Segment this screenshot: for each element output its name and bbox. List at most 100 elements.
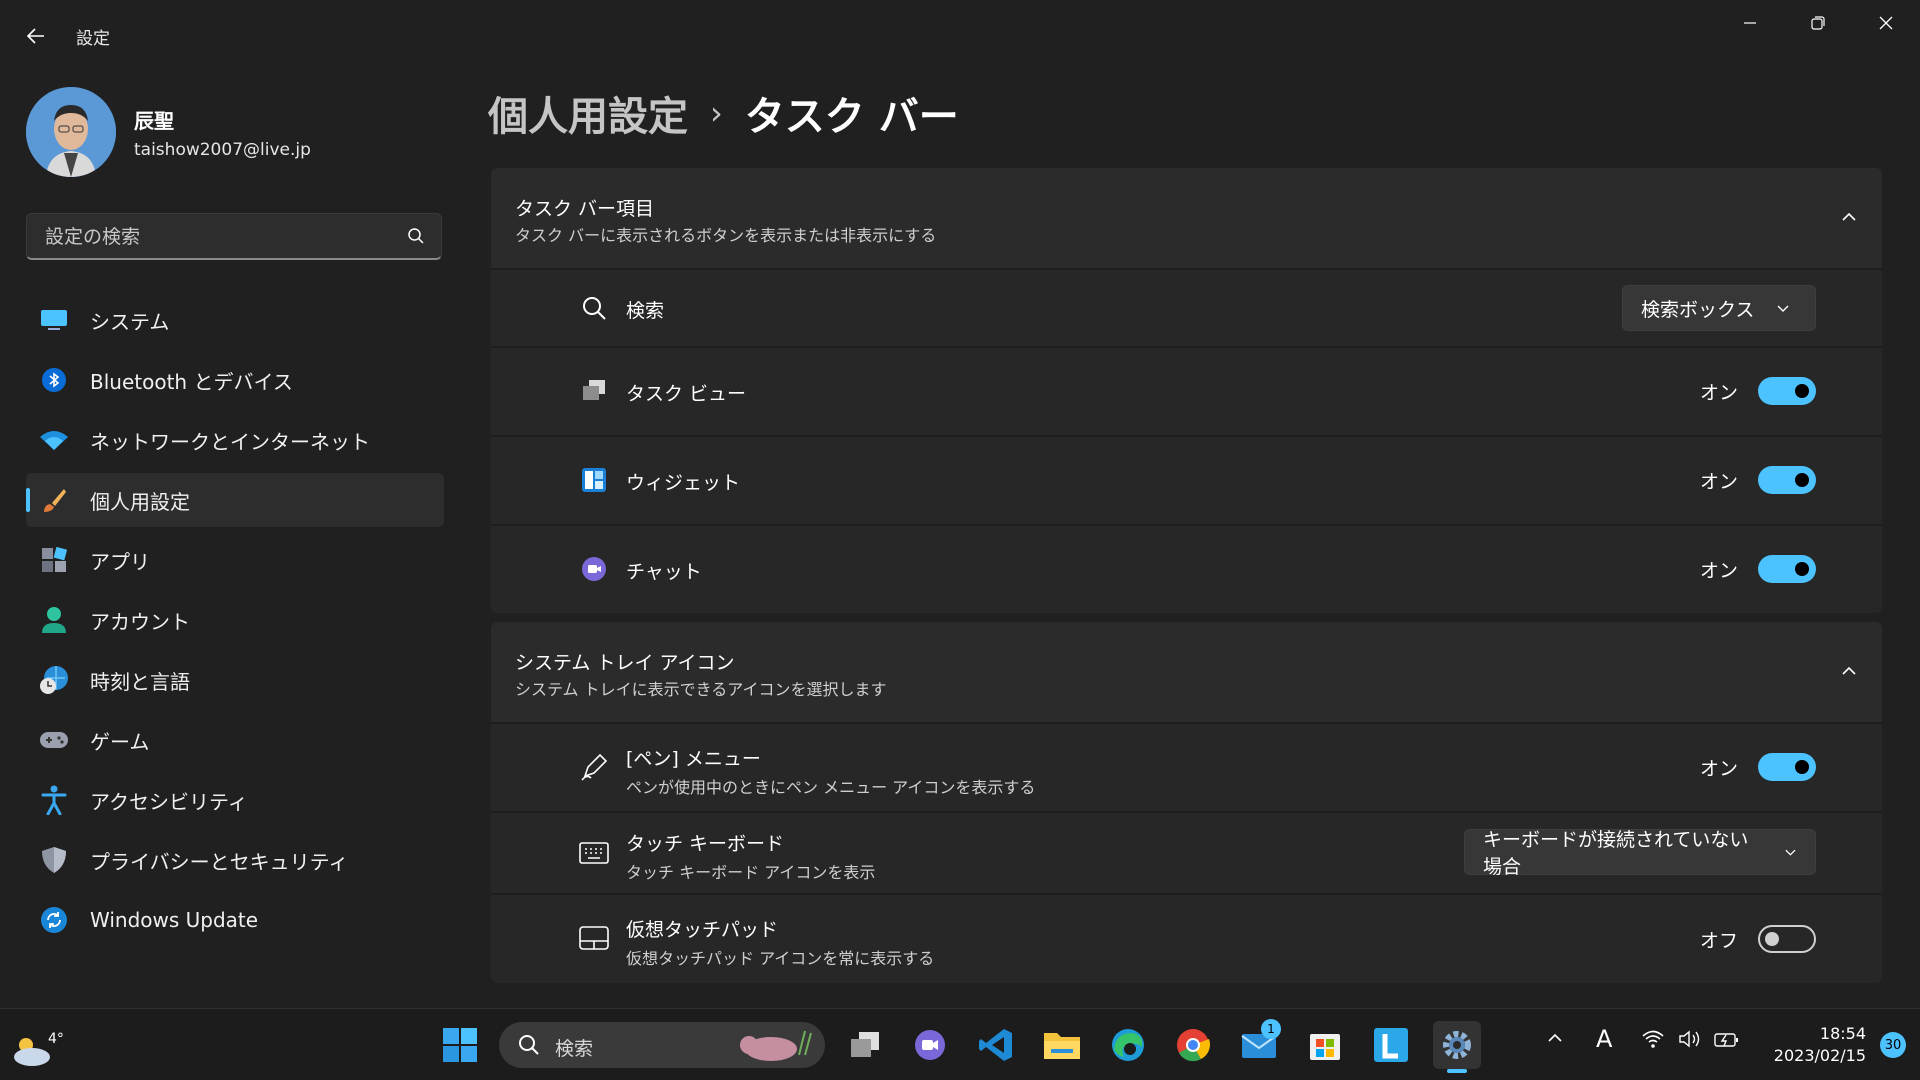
setting-row-touch-keyboard: タッチ キーボード タッチ キーボード アイコンを表示 キーボードが接続されてい… — [491, 811, 1882, 893]
taskbar-file-explorer[interactable] — [1038, 1021, 1086, 1069]
setting-description: タッチ キーボード アイコンを表示 — [626, 863, 876, 882]
sidebar-item-system[interactable]: システム — [26, 293, 444, 347]
minimize-icon — [1744, 22, 1756, 24]
taskbar-chrome[interactable] — [1169, 1021, 1217, 1069]
taskbar-settings[interactable] — [1433, 1021, 1481, 1073]
search-icon[interactable] — [407, 227, 425, 249]
pen-menu-toggle[interactable] — [1758, 753, 1816, 781]
taskbar-store[interactable] — [1301, 1021, 1349, 1069]
close-button[interactable] — [1852, 0, 1920, 46]
breadcrumb-separator: › — [710, 94, 723, 132]
system-tray-header[interactable]: システム トレイ アイコン システム トレイに表示できるアイコンを選択します — [491, 622, 1882, 722]
notification-center-badge[interactable]: 30 — [1880, 1032, 1906, 1058]
chevron-up-icon[interactable] — [1840, 208, 1858, 226]
taskbar-search-text: 検索 — [555, 1038, 594, 1060]
chevron-down-icon — [1785, 849, 1796, 856]
toggle-state-label: オン — [1699, 470, 1738, 493]
widgets-icon — [579, 465, 609, 495]
start-button[interactable] — [436, 1021, 484, 1069]
volume-icon[interactable] — [1678, 1029, 1702, 1053]
setting-label: 仮想タッチパッド — [626, 919, 779, 941]
touch-keyboard-dropdown[interactable]: キーボードが接続されていない場合 — [1464, 829, 1816, 878]
store-icon — [1310, 1034, 1340, 1060]
sidebar-item-privacy-security[interactable]: プライバシーとセキュリティ — [26, 833, 444, 887]
taskbar-l-app[interactable] — [1367, 1021, 1415, 1069]
shield-icon — [38, 844, 70, 876]
taskbar-vscode[interactable] — [972, 1021, 1020, 1069]
letter-l-app-icon — [1374, 1028, 1408, 1062]
chevron-down-icon — [1777, 305, 1789, 312]
globe-clock-icon — [38, 664, 70, 696]
update-icon — [38, 904, 70, 936]
toggle-state-label: オフ — [1699, 929, 1738, 952]
taskbar-chat[interactable] — [906, 1021, 954, 1069]
clock-time: 18:54 — [1819, 1024, 1866, 1043]
search-icon — [519, 1035, 539, 1055]
chat-icon — [915, 1030, 945, 1060]
sidebar-item-windows-update[interactable]: Windows Update — [26, 893, 444, 947]
setting-row-task-view: タスク ビュー オン — [491, 346, 1882, 435]
user-profile[interactable]: 辰聖 taishow2007@live.jp — [26, 87, 311, 177]
back-button[interactable] — [14, 18, 58, 54]
taskbar-edge[interactable] — [1104, 1021, 1152, 1069]
breadcrumb-parent[interactable]: 個人用設定 — [488, 84, 688, 142]
battery-charging-icon[interactable] — [1714, 1029, 1740, 1053]
setting-label: タスク ビュー — [626, 383, 747, 405]
chevron-up-icon — [1548, 1033, 1562, 1042]
accessibility-icon — [38, 784, 70, 816]
sidebar-item-accounts[interactable]: アカウント — [26, 593, 444, 647]
sidebar-item-label: ゲーム — [90, 729, 150, 754]
virtual-touchpad-toggle-group: オフ — [1700, 925, 1816, 953]
taskbar-items-header[interactable]: タスク バー項目 タスク バーに表示されるボタンを表示または非表示にする — [491, 168, 1882, 268]
widgets-toggle[interactable] — [1758, 466, 1816, 494]
sidebar-item-label: Bluetooth とデバイス — [90, 369, 293, 394]
wifi-status-icon[interactable] — [1641, 1029, 1665, 1053]
task-view-toggle-group: オン — [1700, 377, 1816, 405]
minimize-button[interactable] — [1716, 0, 1784, 46]
sidebar-item-accessibility[interactable]: アクセシビリティ — [26, 773, 444, 827]
section-description: タスク バーに表示されるボタンを表示または非表示にする — [515, 226, 937, 245]
taskbar-task-view[interactable] — [841, 1021, 889, 1069]
taskbar-clock[interactable]: 18:54 2023/02/15 — [1774, 1023, 1866, 1067]
windows-logo-icon — [443, 1028, 477, 1062]
chat-icon — [579, 554, 609, 584]
setting-label: チャット — [626, 561, 702, 583]
virtual-touchpad-toggle[interactable] — [1758, 925, 1816, 953]
section-title: タスク バー項目 — [515, 198, 655, 220]
settings-search-input[interactable] — [43, 222, 387, 252]
ime-indicator[interactable]: A — [1596, 1025, 1612, 1053]
sidebar-item-personalization[interactable]: 個人用設定 — [26, 473, 444, 527]
wifi-icon — [38, 424, 70, 456]
taskbar-search-box[interactable]: 検索 — [499, 1022, 825, 1068]
task-view-toggle[interactable] — [1758, 377, 1816, 405]
sidebar-item-label: システム — [90, 309, 170, 334]
user-name: 辰聖 — [134, 108, 174, 133]
taskbar-mail[interactable]: 1 — [1235, 1019, 1283, 1069]
user-email: taishow2007@live.jp — [134, 139, 311, 160]
dropdown-value: 検索ボックス — [1641, 298, 1755, 321]
chat-toggle[interactable] — [1758, 555, 1816, 583]
sidebar-item-gaming[interactable]: ゲーム — [26, 713, 444, 767]
sidebar-item-apps[interactable]: アプリ — [26, 533, 444, 587]
widgets-toggle-group: オン — [1700, 466, 1816, 494]
search-mode-dropdown[interactable]: 検索ボックス — [1622, 285, 1816, 331]
sidebar-nav: システム Bluetooth とデバイス ネットワークとインターネット 個人用設… — [26, 293, 444, 953]
chevron-up-icon[interactable] — [1840, 662, 1858, 680]
setting-description: ペンが使用中のときにペン メニュー アイコンを表示する — [626, 778, 1036, 797]
sidebar-item-network[interactable]: ネットワークとインターネット — [26, 413, 444, 467]
sidebar-item-time-language[interactable]: 時刻と言語 — [26, 653, 444, 707]
gamepad-icon — [38, 724, 70, 756]
keyboard-icon — [579, 838, 609, 868]
tray-overflow-button[interactable] — [1546, 1029, 1564, 1051]
restore-button[interactable] — [1784, 0, 1852, 46]
weather-widget[interactable]: 4° — [10, 1019, 64, 1071]
sidebar-item-label: ネットワークとインターネット — [90, 429, 370, 454]
back-arrow-icon — [26, 28, 44, 44]
settings-window: 設定 辰聖 taishow2007@live.jp 設定の検索 システム Blu… — [0, 0, 1920, 1008]
settings-search-box[interactable] — [26, 213, 442, 260]
edge-icon — [1112, 1029, 1144, 1061]
task-view-icon — [851, 1032, 879, 1057]
sidebar-item-bluetooth[interactable]: Bluetooth とデバイス — [26, 353, 444, 407]
breadcrumb: 個人用設定 › タスク バー — [488, 84, 959, 142]
weather-temperature: 4° — [48, 1031, 64, 1047]
